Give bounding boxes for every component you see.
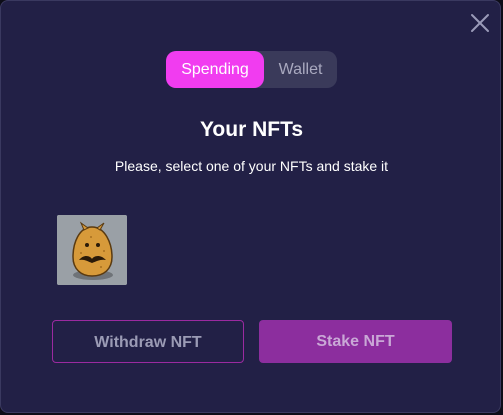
modal-subtitle: Please, select one of your NFTs and stak…	[114, 158, 389, 174]
stake-nft-button[interactable]: Stake NFT	[259, 320, 452, 363]
close-button[interactable]	[467, 10, 493, 36]
tab-spending[interactable]: Spending	[166, 51, 264, 88]
withdraw-nft-button[interactable]: Withdraw NFT	[52, 320, 244, 363]
nft-creature-thumbnail	[57, 215, 127, 285]
close-icon	[471, 14, 489, 32]
nft-card[interactable]	[57, 215, 127, 285]
spending-wallet-toggle: Spending Wallet	[166, 51, 337, 88]
modal-title: Your NFTs	[199, 118, 304, 141]
tab-wallet[interactable]: Wallet	[264, 51, 337, 88]
stake-nft-modal: Spending Wallet Your NFTs Please, select…	[0, 0, 501, 413]
